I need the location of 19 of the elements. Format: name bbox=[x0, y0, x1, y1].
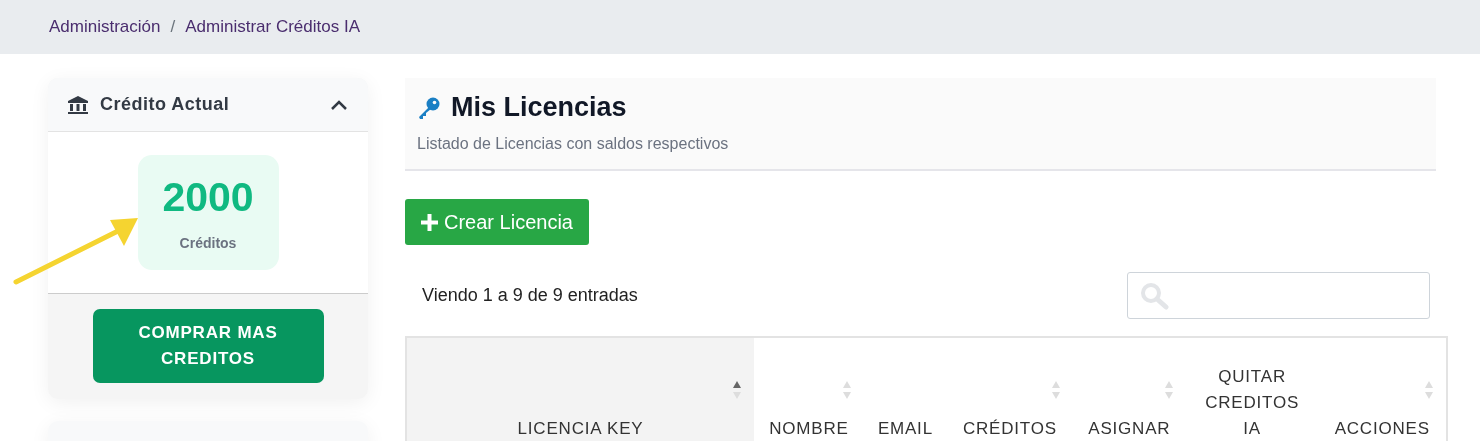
breadcrumb-link[interactable]: Administrar Créditos IA bbox=[185, 17, 360, 37]
column-header[interactable]: LICENCIA KEY bbox=[406, 337, 754, 441]
column-header[interactable]: ACCIONES bbox=[1318, 337, 1447, 441]
breadcrumb-separator: / bbox=[170, 17, 176, 37]
search-field[interactable] bbox=[1127, 272, 1430, 319]
credit-unit: Créditos bbox=[179, 235, 237, 251]
bank-icon bbox=[68, 95, 88, 114]
credit-amount: 2000 bbox=[162, 174, 254, 221]
page-title: Mis Licencias bbox=[451, 92, 627, 123]
card-title: Crédito Actual bbox=[100, 94, 231, 115]
entries-info: Viendo 1 a 9 de 9 entradas bbox=[422, 285, 638, 306]
search-icon bbox=[1140, 281, 1172, 310]
key-icon bbox=[417, 95, 441, 120]
chevron-icon[interactable] bbox=[330, 98, 348, 111]
buy-credits-button[interactable]: COMPRAR MAS CREDITOS bbox=[92, 309, 324, 383]
column-header[interactable]: NOMBRE bbox=[754, 337, 864, 441]
breadcrumb-link[interactable]: Administración bbox=[49, 17, 161, 37]
plus-icon bbox=[421, 213, 438, 231]
page-subtitle: Listado de Licencias con saldos respectivos bbox=[417, 135, 730, 153]
